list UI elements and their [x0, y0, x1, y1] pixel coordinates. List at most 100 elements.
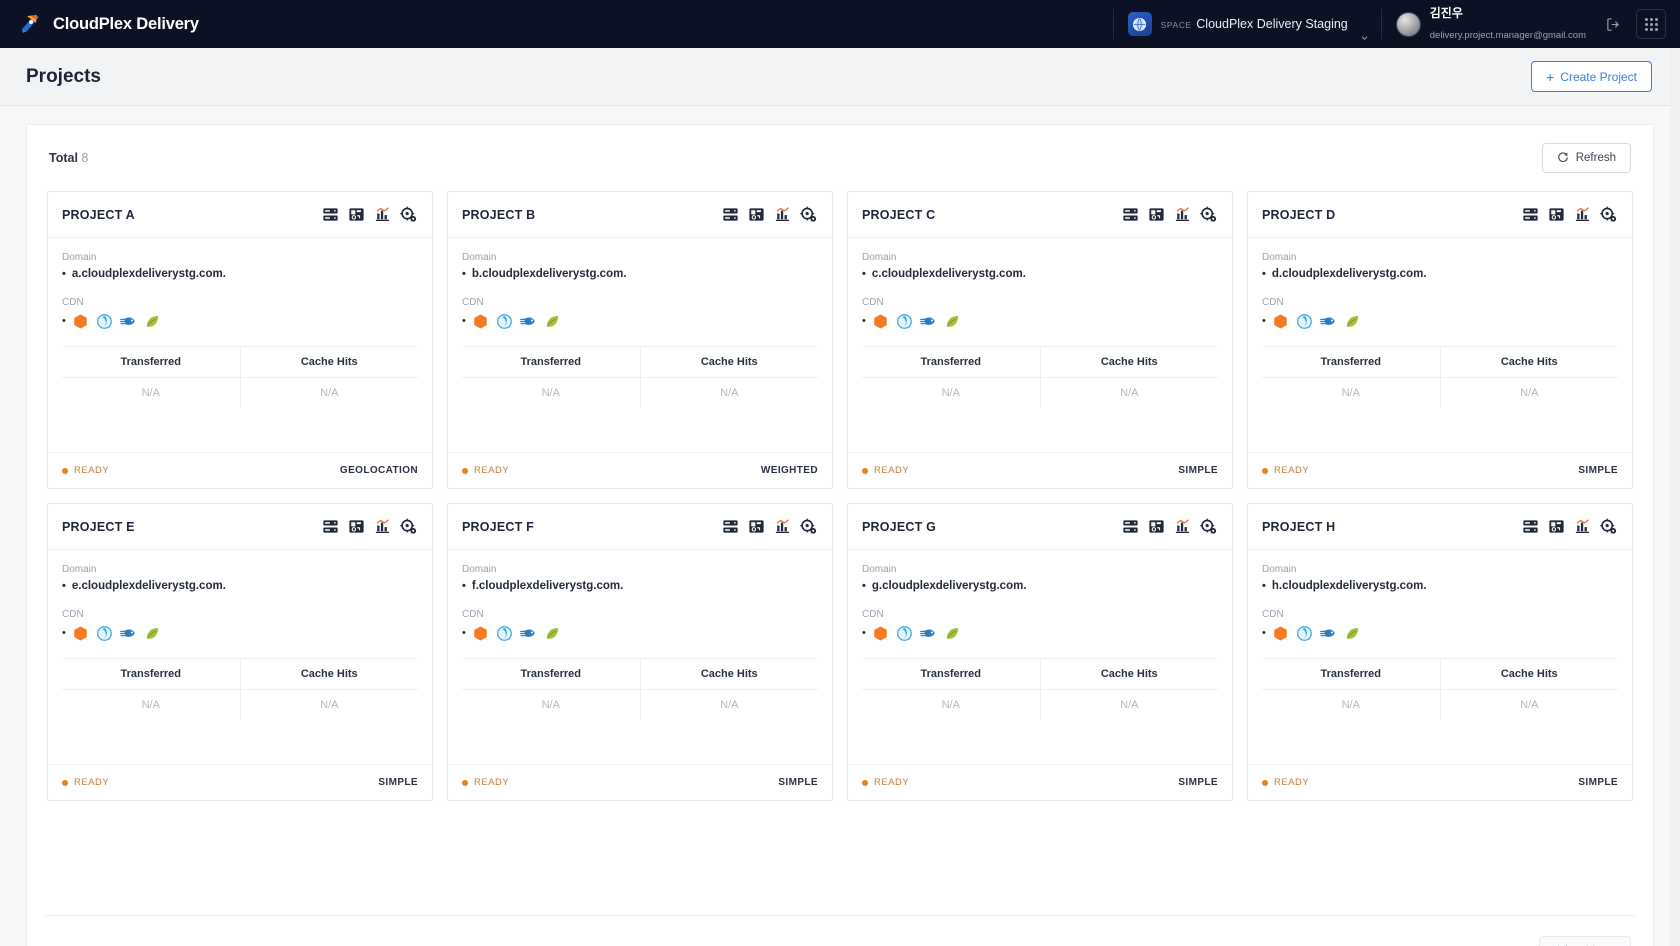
status-dot-icon [62, 779, 68, 786]
card-body: Domain • f.cloudplexdeliverystg.com. CDN… [448, 550, 832, 764]
logout-icon[interactable] [1598, 9, 1628, 39]
statistics-chart-icon[interactable] [1573, 517, 1592, 536]
cdn-blue-whale-icon [1319, 313, 1337, 330]
card-actions [1521, 517, 1618, 536]
cdn-provider-row: • [462, 313, 818, 330]
card-footer: READY SIMPLE [1248, 764, 1632, 800]
value-cache-hits: N/A [1120, 699, 1139, 711]
snapshot-icon[interactable] [1547, 205, 1566, 224]
server-icon[interactable] [1121, 517, 1140, 536]
create-project-button[interactable]: + Create Project [1531, 61, 1652, 92]
brand[interactable]: CloudPlex Delivery [18, 11, 199, 37]
project-card[interactable]: PROJECT A Domain • a.cloudplexdeliveryst… [47, 191, 433, 489]
user-menu[interactable]: 김진우 delivery.project.manager@gmail.com [1384, 0, 1598, 48]
cdn-label: CDN [862, 297, 884, 308]
status-badge: READY [62, 465, 109, 476]
server-icon[interactable] [721, 517, 740, 536]
routing-policy-badge: SIMPLE [1178, 777, 1218, 788]
status-dot-icon [462, 779, 468, 786]
card-actions [1121, 517, 1218, 536]
snapshot-icon[interactable] [1147, 517, 1166, 536]
server-icon[interactable] [321, 205, 340, 224]
value-transferred: N/A [1262, 690, 1441, 720]
project-card[interactable]: PROJECT G Domain • g.cloudplexdeliveryst… [847, 503, 1233, 801]
status-text: READY [1274, 465, 1310, 476]
statistics-chart-icon[interactable] [1173, 205, 1192, 224]
domain-value: c.cloudplexdeliverystg.com. [871, 268, 1026, 280]
server-icon[interactable] [721, 205, 740, 224]
status-dot-icon [62, 467, 68, 474]
settings-gear-icon[interactable] [1599, 205, 1618, 224]
bullet-icon: • [462, 627, 466, 639]
cdn-orange-hex-icon [72, 625, 89, 642]
project-card[interactable]: PROJECT F Domain • f.cloudplexdeliveryst… [447, 503, 833, 801]
card-header: PROJECT C [848, 192, 1232, 238]
domain-label: Domain [1262, 252, 1297, 263]
rocket-logo-icon [18, 11, 44, 37]
value-cache-hits: N/A [1520, 387, 1539, 399]
status-text: READY [74, 465, 110, 476]
settings-gear-icon[interactable] [399, 517, 418, 536]
chevron-down-icon [1360, 33, 1369, 44]
settings-gear-icon[interactable] [399, 205, 418, 224]
settings-gear-icon[interactable] [1599, 517, 1618, 536]
card-body: Domain • e.cloudplexdeliverystg.com. CDN… [48, 550, 432, 764]
snapshot-icon[interactable] [1147, 205, 1166, 224]
project-card[interactable]: PROJECT B Domain • b.cloudplexdeliveryst… [447, 191, 833, 489]
page-scrollbar[interactable] [1670, 48, 1680, 946]
settings-gear-icon[interactable] [1199, 205, 1218, 224]
settings-gear-icon[interactable] [799, 205, 818, 224]
project-card[interactable]: PROJECT E Domain • e.cloudplexdeliveryst… [47, 503, 433, 801]
statistics-chart-icon[interactable] [1173, 517, 1192, 536]
stats-table: Transferred Cache Hits N/A N/A [1262, 346, 1618, 408]
value-transferred: N/A [462, 378, 641, 408]
status-badge: READY [862, 777, 909, 788]
server-icon[interactable] [321, 517, 340, 536]
snapshot-icon[interactable] [1547, 517, 1566, 536]
statistics-chart-icon[interactable] [773, 517, 792, 536]
domain-label: Domain [62, 252, 97, 263]
project-card[interactable]: PROJECT C Domain • c.cloudplexdeliveryst… [847, 191, 1233, 489]
card-actions [321, 205, 418, 224]
snapshot-icon[interactable] [747, 517, 766, 536]
statistics-chart-icon[interactable] [373, 205, 392, 224]
space-selector[interactable]: SPACE CloudPlex Delivery Staging [1116, 0, 1379, 48]
snapshot-icon[interactable] [347, 205, 366, 224]
statistics-chart-icon[interactable] [373, 517, 392, 536]
settings-gear-icon[interactable] [799, 517, 818, 536]
server-icon[interactable] [1121, 205, 1140, 224]
value-cache-hits: N/A [720, 387, 739, 399]
stats-header-row: Transferred Cache Hits [62, 347, 418, 378]
status-badge: READY [862, 465, 909, 476]
cdn-label: CDN [62, 609, 84, 620]
col-transferred: Transferred [862, 347, 1041, 377]
project-card[interactable]: PROJECT D Domain • d.cloudplexdeliveryst… [1247, 191, 1633, 489]
server-icon[interactable] [1521, 517, 1540, 536]
domain-value: h.cloudplexdeliverystg.com. [1271, 580, 1427, 592]
project-card[interactable]: PROJECT H Domain • h.cloudplexdeliveryst… [1247, 503, 1633, 801]
statistics-chart-icon[interactable] [773, 205, 792, 224]
routing-policy-badge: SIMPLE [1578, 777, 1618, 788]
snapshot-icon[interactable] [747, 205, 766, 224]
user-name: 김진우 [1429, 6, 1463, 21]
settings-gear-icon[interactable] [1199, 517, 1218, 536]
top-header-bar: CloudPlex Delivery SPACE CloudPlex Deliv… [0, 0, 1680, 48]
view-more-button[interactable]: View More [1538, 935, 1631, 946]
domain-value: g.cloudplexdeliverystg.com. [871, 580, 1027, 592]
domain-value: b.cloudplexdeliverystg.com. [471, 268, 627, 280]
status-text: READY [874, 777, 910, 788]
stats-table: Transferred Cache Hits N/A N/A [462, 658, 818, 720]
card-body: Domain • h.cloudplexdeliverystg.com. CDN… [1248, 550, 1632, 764]
project-title: PROJECT G [862, 519, 937, 534]
project-title: PROJECT A [62, 207, 135, 222]
value-cache-hits: N/A [320, 387, 339, 399]
refresh-button[interactable]: Refresh [1541, 143, 1631, 173]
statistics-chart-icon[interactable] [1573, 205, 1592, 224]
domain-value-row: • c.cloudplexdeliverystg.com. [862, 268, 1218, 280]
server-icon[interactable] [1521, 205, 1540, 224]
card-header: PROJECT D [1248, 192, 1632, 238]
card-body: Domain • a.cloudplexdeliverystg.com. CDN… [48, 238, 432, 452]
snapshot-icon[interactable] [347, 517, 366, 536]
apps-grid-icon[interactable] [1636, 9, 1666, 39]
